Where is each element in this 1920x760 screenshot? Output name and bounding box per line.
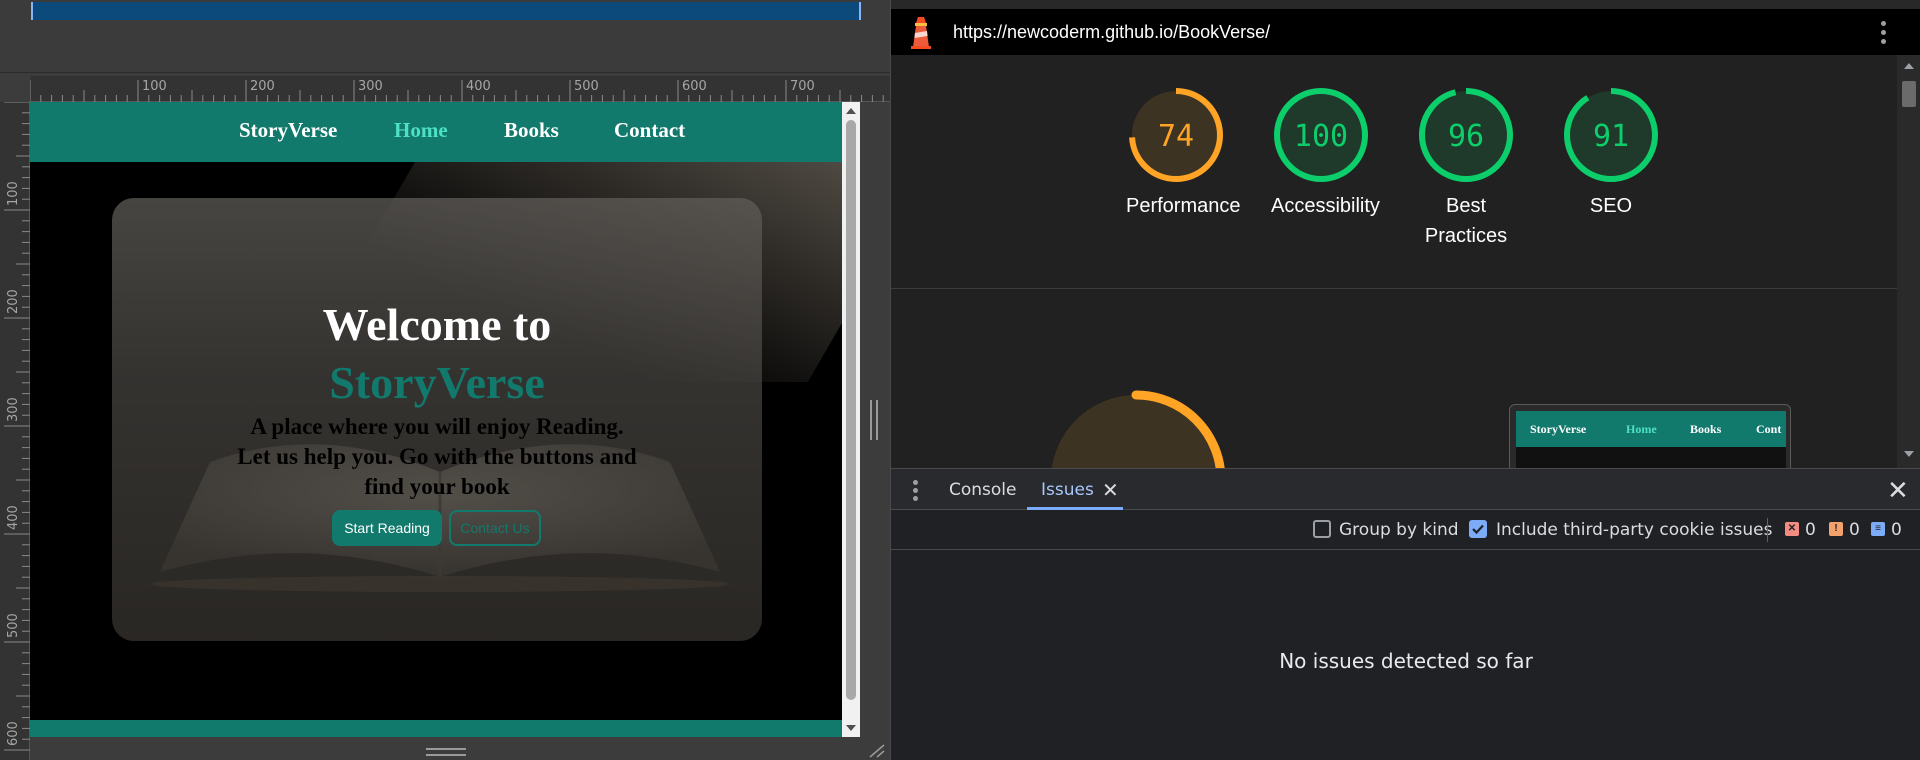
ruler-ticks [30, 80, 884, 102]
resize-handle-side[interactable] [870, 400, 878, 440]
lighthouse-url-bar: https://newcoderm.github.io/BookVerse/ [891, 9, 1920, 55]
gauge-label: SEO [1589, 195, 1633, 217]
ruler-ticks [4, 102, 30, 751]
thumbnail-nav-item: Books [1690, 422, 1722, 436]
contact-us-button[interactable]: Contact Us [449, 510, 541, 546]
thumbnail-body [1516, 447, 1786, 468]
issues-toolbar: Group by kind Include third-party cookie… [891, 510, 1920, 550]
hero-brand: StoryVerse [329, 357, 545, 408]
main-performance-gauge: 74 [1046, 390, 1226, 468]
warning-count-icon: ! [1829, 522, 1843, 536]
score-gauge-performance[interactable]: 74 Performance [1126, 85, 1241, 221]
devtools-top-strip [891, 0, 1920, 9]
score-gauge-best-practices[interactable]: 96 Best Practices [1416, 85, 1516, 251]
gauge-score-text: 100 [1294, 119, 1348, 154]
page-screenshot-thumbnail[interactable]: StoryVerse Home Books Cont [1509, 404, 1791, 468]
start-reading-button[interactable]: Start Reading [332, 510, 442, 546]
gauge-ring: 96 [1419, 88, 1513, 182]
media-query-bar[interactable] [31, 2, 861, 20]
nav-link-contact[interactable]: Contact [614, 118, 685, 143]
gauge-score-text: 96 [1448, 119, 1484, 154]
info-count-icon: ≡ [1871, 522, 1885, 536]
drawer-menu-icon[interactable] [913, 480, 919, 501]
viewport-scrollbar[interactable] [842, 102, 860, 737]
scroll-down-arrow-icon[interactable] [1904, 451, 1914, 457]
gauge-ring: 100 [1274, 88, 1368, 182]
close-drawer-icon[interactable]: ✕ [1887, 475, 1909, 506]
thumbnail-navbar: StoryVerse Home Books Cont [1516, 411, 1786, 447]
devtools-panel: https://newcoderm.github.io/BookVerse/ 7… [890, 0, 1920, 760]
gauge-label: Performance [1126, 195, 1241, 217]
error-count: 0 [1805, 520, 1816, 540]
gauge-score-text: 91 [1593, 119, 1629, 154]
nav-link-home[interactable]: Home [394, 118, 448, 143]
device-emulation-panel: 100 200 300 400 500 600 700 100 200 300 … [0, 0, 890, 760]
third-party-cookie-label[interactable]: Include third-party cookie issues [1496, 520, 1773, 540]
thumbnail-nav-item: Home [1626, 422, 1657, 436]
scroll-up-arrow-icon[interactable] [1904, 63, 1914, 69]
hero-card: Welcome to StoryVerse A place where you … [112, 198, 762, 641]
site-navbar: StoryVerse Home Books Contact [30, 102, 842, 162]
info-count: 0 [1891, 520, 1902, 540]
score-gauge-seo[interactable]: 91 SEO [1561, 85, 1661, 221]
empty-state-message: No issues detected so far [1279, 649, 1533, 673]
gauge-ring: 74 [1129, 88, 1223, 182]
resize-corner-icon[interactable] [866, 742, 886, 758]
gauge-score-text: 74 [1158, 119, 1194, 154]
third-party-cookie-checkbox[interactable] [1469, 520, 1487, 538]
close-tab-icon[interactable]: ✕ [1102, 478, 1119, 503]
hero-subtitle: A place where you will enjoy Reading. Le… [237, 414, 637, 499]
gauge-label: Accessibility [1271, 195, 1380, 217]
site-footer [30, 720, 842, 737]
media-query-strip [0, 0, 890, 73]
nav-link-books[interactable]: Books [504, 118, 559, 143]
nav-brand-link[interactable]: StoryVerse [239, 118, 337, 143]
scroll-down-arrow-icon[interactable] [846, 725, 856, 731]
group-by-kind-checkbox[interactable] [1313, 520, 1331, 538]
scroll-up-arrow-icon[interactable] [846, 108, 856, 114]
drawer-tab-bar: Console Issues ✕ ✕ [891, 468, 1920, 510]
checkmark-icon [1472, 524, 1484, 535]
thumbnail-nav-item: Cont [1756, 422, 1782, 436]
audited-url: https://newcoderm.github.io/BookVerse/ [953, 22, 1271, 42]
tab-issues[interactable]: Issues [1041, 480, 1094, 500]
group-by-kind-label[interactable]: Group by kind [1339, 520, 1459, 540]
lighthouse-report: 74 Performance 100 Accessibility 96 Best… [891, 55, 1897, 468]
more-options-icon[interactable] [1879, 21, 1887, 45]
error-count-icon: ✕ [1785, 522, 1799, 536]
thumbnail-nav-item: StoryVerse [1530, 422, 1587, 436]
score-gauge-accessibility[interactable]: 100 Accessibility [1271, 85, 1380, 221]
scrollbar-thumb[interactable] [846, 120, 856, 700]
warning-count: 0 [1849, 520, 1860, 540]
resize-handle-bottom[interactable] [426, 748, 466, 756]
vertical-ruler: 100 200 300 400 500 600 [0, 102, 30, 760]
hero-title: Welcome to [322, 299, 552, 350]
toolbar-separator [1767, 518, 1768, 542]
tab-console[interactable]: Console [949, 480, 1017, 500]
lighthouse-icon [911, 17, 931, 49]
report-divider [891, 288, 1897, 289]
gauge-label: Best Practices [1424, 195, 1508, 247]
report-scrollbar[interactable] [1897, 55, 1920, 468]
gauge-ring: 91 [1564, 88, 1658, 182]
page-viewport: StoryVerse Home Books Contact Welcome to… [30, 102, 842, 737]
horizontal-ruler: 100 200 300 400 500 600 700 [30, 76, 890, 102]
scrollbar-thumb[interactable] [1902, 81, 1916, 107]
issues-panel-body: No issues detected so far [891, 550, 1920, 760]
